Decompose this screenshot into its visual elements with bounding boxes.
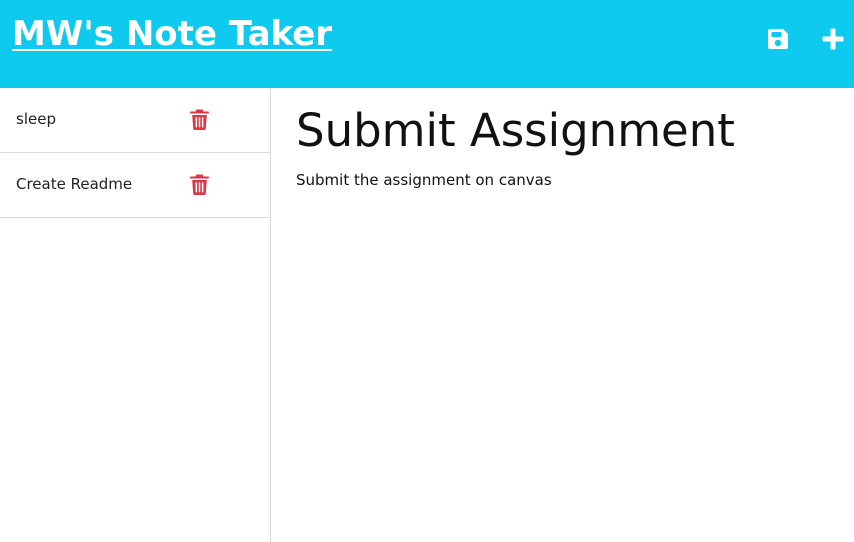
floppy-disk-icon <box>767 29 788 49</box>
new-note-button[interactable] <box>819 25 847 53</box>
plus-icon <box>822 28 844 50</box>
note-list-item-title: Create Readme <box>16 175 133 193</box>
note-title-input[interactable] <box>296 102 836 158</box>
note-list-item-title: sleep <box>16 110 56 128</box>
brand-link[interactable]: MW's Note Taker <box>12 14 332 54</box>
note-list: sleep Create Readme <box>0 88 271 542</box>
note-editor: Submit the assignment on canvas <box>272 88 854 542</box>
note-list-item[interactable]: sleep <box>0 88 270 153</box>
trash-icon <box>190 109 209 130</box>
note-text-area[interactable]: Submit the assignment on canvas <box>296 170 836 530</box>
note-list-item[interactable]: Create Readme <box>0 153 270 218</box>
navbar: MW's Note Taker <box>0 0 854 88</box>
save-note-button[interactable] <box>764 25 792 53</box>
delete-note-button[interactable] <box>190 109 209 130</box>
trash-icon <box>190 174 209 195</box>
delete-note-button[interactable] <box>190 174 209 195</box>
